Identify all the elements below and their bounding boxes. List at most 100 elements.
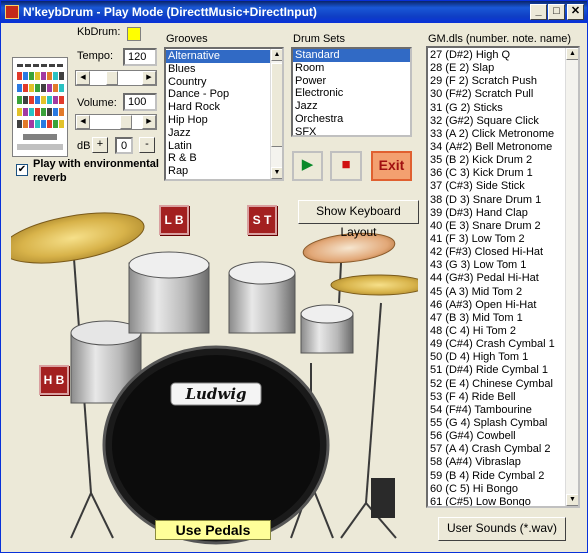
list-item[interactable]: 60 (C 5) Hi Bongo <box>428 483 578 496</box>
list-item[interactable]: 34 (A#2) Bell Metronome <box>428 141 578 154</box>
slider-left-arrow-icon[interactable]: ◀ <box>76 71 90 85</box>
list-item[interactable]: 50 (D 4) High Tom 1 <box>428 351 578 364</box>
list-item[interactable]: Electronic <box>293 87 410 100</box>
play-button[interactable]: ▶ <box>292 151 323 181</box>
db-plus-button[interactable]: + <box>92 137 108 153</box>
list-item[interactable]: 36 (C 3) Kick Drum 1 <box>428 167 578 180</box>
list-item[interactable]: 51 (D#4) Ride Cymbal 1 <box>428 364 578 377</box>
pad-st[interactable]: S T <box>247 205 277 235</box>
bass-drum-logo: Ludwig <box>184 385 246 403</box>
list-item[interactable]: 56 (G#4) Cowbell <box>428 430 578 443</box>
list-item[interactable]: 29 (F 2) Scratch Push <box>428 75 578 88</box>
list-item[interactable]: 54 (F#4) Tambourine <box>428 404 578 417</box>
db-field[interactable]: 0 <box>115 137 133 154</box>
scroll-thumb[interactable] <box>271 63 282 147</box>
list-item[interactable]: 59 (B 4) Ride Cymbal 2 <box>428 470 578 483</box>
list-item[interactable]: 48 (C 4) Hi Tom 2 <box>428 325 578 338</box>
grooves-scrollbar[interactable]: ▲ ▼ <box>270 49 282 179</box>
reverb-checkbox[interactable]: ✔ <box>16 164 28 176</box>
list-item[interactable]: 49 (C#4) Crash Cymbal 1 <box>428 338 578 351</box>
list-item[interactable]: 41 (F 3) Low Tom 2 <box>428 233 578 246</box>
list-item[interactable]: 45 (A 3) Mid Tom 2 <box>428 286 578 299</box>
pad-lb[interactable]: L B <box>159 205 189 235</box>
stop-icon: ■ <box>341 156 351 173</box>
kbdrum-color-swatch[interactable] <box>127 27 141 41</box>
stop-button[interactable]: ■ <box>330 151 362 181</box>
exit-button[interactable]: Exit <box>371 151 412 181</box>
list-item[interactable]: 42 (F#3) Closed Hi-Hat <box>428 246 578 259</box>
list-item[interactable]: 33 (A 2) Click Metronome <box>428 128 578 141</box>
list-item[interactable]: 28 (E 2) Slap <box>428 62 578 75</box>
list-item[interactable]: 57 (A 4) Crash Cymbal 2 <box>428 443 578 456</box>
close-button[interactable]: ✕ <box>567 4 584 20</box>
scroll-down-arrow-icon[interactable]: ▼ <box>271 167 282 179</box>
list-item[interactable]: Hip Hop <box>166 114 282 127</box>
volume-slider-thumb[interactable] <box>120 115 132 129</box>
scroll-down-arrow-icon[interactable]: ▼ <box>566 494 578 506</box>
scroll-up-arrow-icon[interactable]: ▲ <box>271 49 282 61</box>
list-item[interactable]: 44 (G#3) Pedal Hi-Hat <box>428 272 578 285</box>
list-item[interactable]: 55 (G 4) Splash Cymbal <box>428 417 578 430</box>
volume-slider[interactable]: ◀ ▶ <box>75 114 157 130</box>
list-item[interactable]: 52 (E 4) Chinese Cymbal <box>428 378 578 391</box>
title-bar[interactable]: N'keybDrum - Play Mode (DirecttMusic+Dir… <box>1 1 587 23</box>
list-item[interactable]: SFX <box>293 126 410 135</box>
list-item[interactable]: Orchestra <box>293 113 410 126</box>
list-item[interactable]: R & B <box>166 152 282 165</box>
slider-right-arrow-icon[interactable]: ▶ <box>142 71 156 85</box>
gm-scrollbar[interactable]: ▲ ▼ <box>565 48 578 506</box>
list-item[interactable]: 61 (C#5) Low Bongo <box>428 496 578 506</box>
slider-left-arrow-icon[interactable]: ◀ <box>76 115 90 129</box>
exit-label: Exit <box>378 157 405 173</box>
list-item[interactable]: 38 (D 3) Snare Drum 1 <box>428 194 578 207</box>
app-icon <box>5 5 19 19</box>
list-item[interactable]: 47 (B 3) Mid Tom 1 <box>428 312 578 325</box>
list-item[interactable]: 30 (F#2) Scratch Pull <box>428 88 578 101</box>
list-item[interactable]: 58 (A#4) Vibraslap <box>428 456 578 469</box>
slider-right-arrow-icon[interactable]: ▶ <box>142 115 156 129</box>
pad-hb[interactable]: H B <box>39 365 69 395</box>
list-item[interactable]: Standard <box>293 49 410 62</box>
drum-sets-list[interactable]: Standard Room Power Electronic Jazz Orchestra… <box>291 47 412 137</box>
user-sounds-button[interactable]: User Sounds (*.wav) <box>438 517 566 541</box>
client-area: KbDrum: Tempo: 120 ◀ ▶ Volume: 100 ◀ ▶ d… <box>1 23 587 552</box>
list-item[interactable]: Hard Rock <box>166 101 282 114</box>
list-item[interactable]: Room <box>293 62 410 75</box>
gm-instrument-list[interactable]: 27 (D#2) High Q 28 (E 2) Slap 29 (F 2) Scr… <box>426 46 580 508</box>
tempo-label: Tempo: <box>77 50 114 62</box>
tempo-field[interactable]: 120 <box>123 48 157 66</box>
show-keyboard-layout-button[interactable]: Show Keyboard Layout <box>298 200 419 239</box>
drum-sets-label: Drum Sets <box>293 33 345 45</box>
list-item[interactable]: Country <box>166 76 282 89</box>
list-item[interactable]: Blues <box>166 63 282 76</box>
db-minus-button[interactable]: - <box>139 137 155 153</box>
keyboard-thumbnail[interactable] <box>12 57 68 157</box>
use-pedals-button[interactable]: Use Pedals <box>155 520 271 540</box>
list-item[interactable]: Latin <box>166 140 282 153</box>
list-item[interactable]: Rap <box>166 165 282 178</box>
list-item[interactable]: Power <box>293 75 410 88</box>
list-item[interactable]: 43 (G 3) Low Tom 1 <box>428 259 578 272</box>
list-item[interactable]: Dance - Pop <box>166 88 282 101</box>
tempo-slider[interactable]: ◀ ▶ <box>75 70 157 86</box>
list-item[interactable]: 35 (B 2) Kick Drum 2 <box>428 154 578 167</box>
list-item[interactable]: Jazz <box>293 100 410 113</box>
list-item[interactable]: 31 (G 2) Sticks <box>428 102 578 115</box>
list-item[interactable]: 46 (A#3) Open Hi-Hat <box>428 299 578 312</box>
list-item[interactable]: Alternative <box>166 50 282 63</box>
tempo-slider-thumb[interactable] <box>106 71 118 85</box>
list-item[interactable]: 37 (C#3) Side Stick <box>428 180 578 193</box>
maximize-button[interactable]: □ <box>548 4 565 20</box>
volume-field[interactable]: 100 <box>123 93 157 111</box>
grooves-list[interactable]: Alternative Blues Country Dance - Pop Hard R… <box>164 47 284 181</box>
db-label: dB <box>77 140 91 152</box>
list-item[interactable]: 32 (G#2) Square Click <box>428 115 578 128</box>
list-item[interactable]: 27 (D#2) High Q <box>428 49 578 62</box>
list-item[interactable]: 53 (F 4) Ride Bell <box>428 391 578 404</box>
minimize-button[interactable]: _ <box>530 4 547 20</box>
list-item[interactable]: Jazz <box>166 127 282 140</box>
list-item[interactable]: 39 (D#3) Hand Clap <box>428 207 578 220</box>
gm-list-label: GM.dls (number. note. name) <box>428 33 572 45</box>
list-item[interactable]: 40 (E 3) Snare Drum 2 <box>428 220 578 233</box>
scroll-up-arrow-icon[interactable]: ▲ <box>566 48 578 60</box>
